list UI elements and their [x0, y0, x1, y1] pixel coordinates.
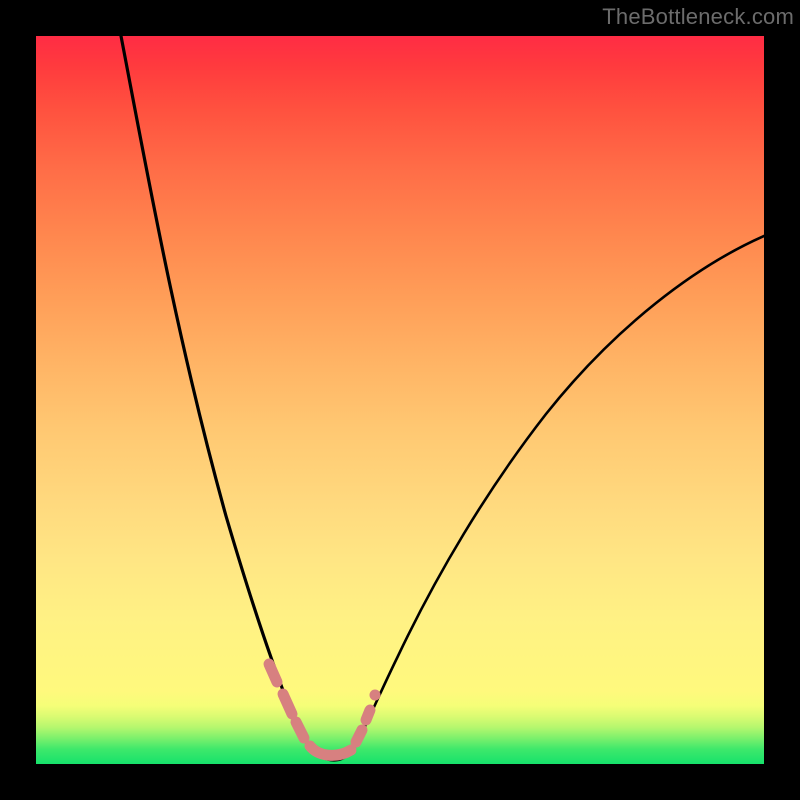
- chart-frame: TheBottleneck.com: [0, 0, 800, 800]
- bottleneck-curve: [36, 36, 764, 764]
- bottleneck-highlight: [269, 664, 381, 755]
- left-curve: [121, 36, 309, 746]
- watermark-text: TheBottleneck.com: [602, 4, 794, 30]
- plot-area: [36, 36, 764, 764]
- right-curve: [354, 236, 764, 748]
